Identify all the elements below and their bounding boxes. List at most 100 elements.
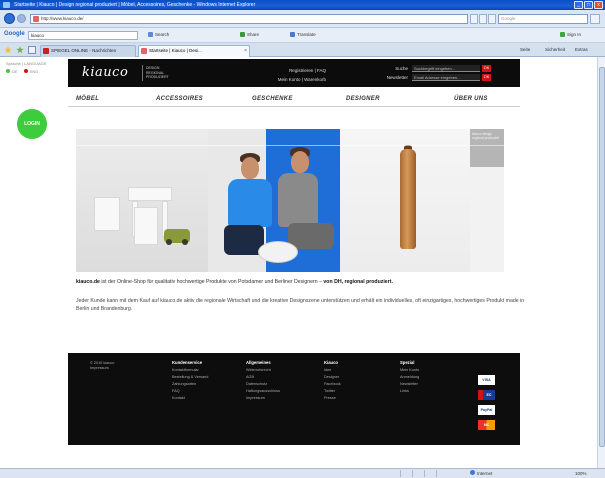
tagline: DESIGN REGIONAL PRODUZIERT: [146, 66, 169, 79]
footer-link[interactable]: Newsletter: [400, 381, 419, 388]
ec-logo: EC: [478, 390, 495, 400]
lang-option-de[interactable]: DE: [6, 69, 18, 74]
tab-spiegel[interactable]: SPIEGEL ONLINE - Nachrichten: [40, 45, 136, 57]
footer-link[interactable]: Presse: [324, 395, 341, 402]
footer-link[interactable]: Zahlungsarten: [172, 381, 208, 388]
menu-page[interactable]: Seite: [520, 47, 530, 52]
add-favorites-icon[interactable]: [16, 46, 24, 54]
footer-link[interactable]: AGB: [246, 374, 280, 381]
account-cart-link[interactable]: Mein Konto | Warenkorb: [256, 75, 326, 84]
favorites-star-icon[interactable]: [4, 46, 12, 54]
tab-kiauco[interactable]: Startseite | Kiauco | Desi... ×: [138, 45, 250, 57]
newsletter-ok-button[interactable]: OK: [482, 74, 491, 81]
pepper-mill: [400, 149, 416, 249]
nav-accessoires[interactable]: ACCESSOIRES: [156, 96, 203, 102]
lang-option-eng[interactable]: ENG: [23, 69, 38, 74]
stool-image: [134, 207, 158, 245]
window-titlebar: Startseite | Kiauco | Design regional pr…: [0, 0, 605, 10]
footer-link[interactable]: Idee: [324, 367, 341, 374]
menu-tools[interactable]: Extras: [575, 47, 588, 52]
footer-link[interactable]: Facebook: [324, 381, 341, 388]
footer-link[interactable]: Mein Konto: [400, 367, 419, 374]
translate-icon: [290, 32, 295, 37]
footer-link[interactable]: Anmeldung: [400, 374, 419, 381]
toolbar-item-signin[interactable]: Sign In: [560, 32, 581, 37]
toolbar-item-translate[interactable]: Translate: [290, 32, 316, 37]
toolbar-item-search[interactable]: Search: [148, 32, 169, 37]
nav-geschenke[interactable]: GESCHENKE: [252, 96, 293, 102]
menu-safety[interactable]: Sicherheit: [545, 47, 565, 52]
site-header: kiauco DESIGN REGIONAL PRODUZIERT Regist…: [68, 59, 520, 87]
footer-link[interactable]: Designer: [324, 374, 341, 381]
globe-icon: [470, 470, 475, 475]
footer-link[interactable]: Twitter: [324, 388, 341, 395]
footer-link[interactable]: Haftungsausschluss: [246, 388, 280, 395]
site-search-input[interactable]: Suchbegriff eingeben...: [412, 65, 480, 72]
search-input[interactable]: Google: [498, 14, 588, 24]
footer-link[interactable]: Impressum: [246, 395, 280, 402]
window-title: Startseite | Kiauco | Design regional pr…: [14, 2, 256, 8]
minimize-button[interactable]: _: [574, 1, 583, 9]
close-button[interactable]: x: [594, 1, 603, 9]
toy-wheel: [166, 239, 172, 245]
ie-icon: [3, 2, 10, 8]
footer-link[interactable]: Kontaktformular: [172, 367, 208, 374]
footer-link[interactable]: Datenschutz: [246, 381, 280, 388]
footer-link[interactable]: Kontakt: [172, 395, 208, 402]
footer-column-spezial: Spezial Mein Konto Anmeldung Newsletter …: [400, 360, 420, 395]
web-page: Sprache | LANGUAGE DE ENG LOGIN kiauco D…: [0, 57, 605, 468]
share-icon: [240, 32, 245, 37]
forward-button[interactable]: [17, 14, 26, 23]
site-footer: © 2010 kiauco Impressum Kundenservice Ko…: [68, 353, 520, 445]
spiegel-favicon-icon: [43, 48, 49, 54]
footer-link[interactable]: Links: [400, 388, 419, 395]
refresh-button[interactable]: [479, 14, 487, 24]
kiauco-logo[interactable]: kiauco: [82, 65, 128, 80]
compat-view-button[interactable]: [470, 14, 478, 24]
status-bar: Internet 100%: [0, 468, 605, 478]
toolbar-item-share[interactable]: Share: [240, 32, 259, 37]
hero-thumbnail[interactable]: kiauco design regional produziert: [470, 129, 504, 167]
address-bar: http://www.kiauco.de/ Google: [0, 10, 605, 28]
close-tab-icon[interactable]: ×: [244, 46, 247, 56]
back-button[interactable]: [4, 13, 15, 24]
window-controls: _ □ x: [574, 1, 603, 9]
newsletter-input[interactable]: Email Adresse eingeben...: [412, 74, 480, 81]
lang-eng-dot-icon: [23, 69, 28, 73]
search-ok-button[interactable]: OK: [482, 65, 491, 72]
newsletter-label: Newsletter: [386, 75, 408, 80]
search-label: Suche: [395, 66, 408, 71]
hero-pepper-mill-image: [340, 129, 470, 272]
register-faq-link[interactable]: Registrieren | FAQ: [256, 66, 326, 75]
footer-link[interactable]: Bestellung & Versand: [172, 374, 208, 381]
hero-designers-image: [208, 129, 340, 272]
url-field[interactable]: http://www.kiauco.de/: [30, 14, 468, 24]
intro-text: kiauco.de ist der Online-Shop für qualit…: [76, 279, 393, 285]
vertical-scrollbar[interactable]: [597, 57, 605, 468]
url-text: http://www.kiauco.de/: [41, 16, 84, 21]
nav-designer[interactable]: DESIGNER: [346, 96, 380, 102]
footer-link[interactable]: Widerrufsrecht: [246, 367, 280, 374]
maximize-button[interactable]: □: [584, 1, 593, 9]
quick-tabs-icon[interactable]: [28, 46, 36, 54]
hero-banner[interactable]: kiauco design regional produziert: [76, 129, 504, 272]
footer-link[interactable]: FAQ: [172, 388, 208, 395]
lang-de-dot-icon: [6, 69, 10, 73]
nav-ueber-uns[interactable]: ÜBER UNS: [454, 96, 488, 102]
nav-moebel[interactable]: MÖBEL: [76, 96, 99, 102]
language-label: Sprache | LANGUAGE: [6, 61, 47, 66]
zoom-level[interactable]: 100%: [575, 469, 587, 478]
designer-stool-image: [258, 241, 298, 263]
kiauco-favicon-icon: [141, 48, 147, 54]
login-button[interactable]: LOGIN: [17, 109, 47, 139]
small-table-image: [128, 187, 172, 201]
tab-bar: SPIEGEL ONLINE - Nachrichten Startseite …: [0, 43, 605, 57]
intro-paragraph: Jeder Kunde kann mit dem Kauf auf kiauco…: [76, 298, 525, 312]
scroll-thumb[interactable]: [599, 67, 605, 447]
google-search-input[interactable]: kiauco: [28, 31, 138, 40]
search-icon[interactable]: [590, 14, 600, 24]
zone-indicator: Internet: [470, 469, 492, 478]
main-navigation: MÖBEL ACCESSOIRES GESCHENKE DESIGNER ÜBE…: [68, 95, 520, 107]
footer-impressum-link[interactable]: Impressum: [90, 366, 114, 371]
stop-button[interactable]: [488, 14, 496, 24]
